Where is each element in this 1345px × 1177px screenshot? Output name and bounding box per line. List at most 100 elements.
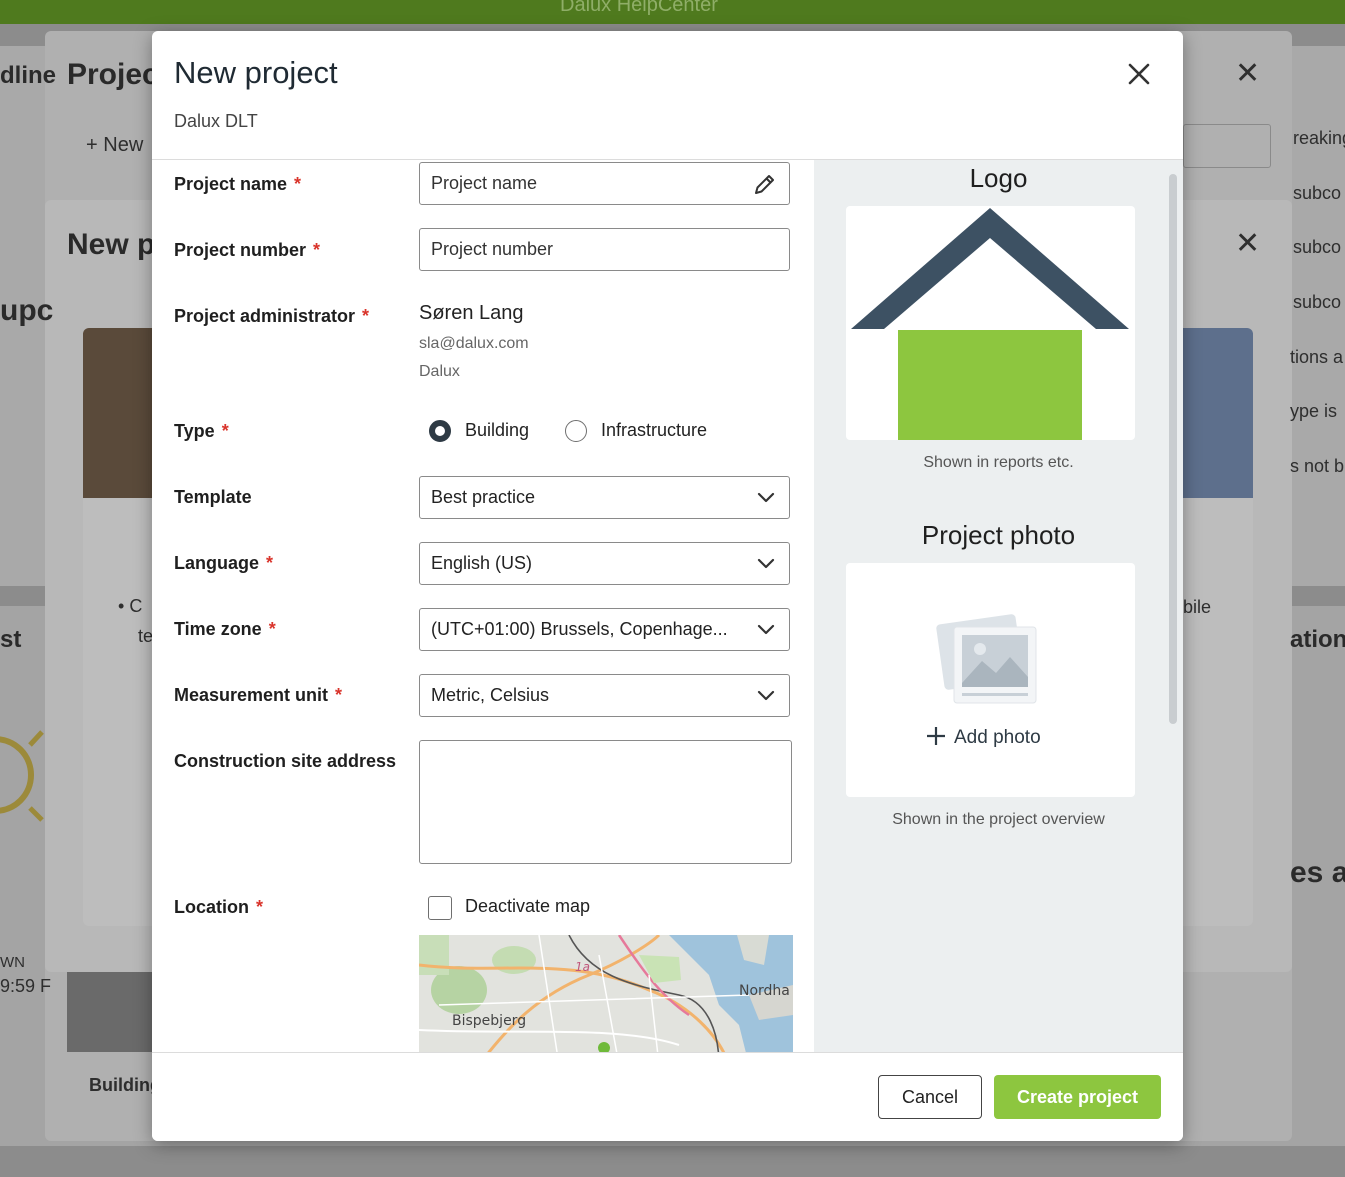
location-map[interactable]: Nordha Bispebjerg 1a xyxy=(419,935,793,1052)
background-photo-right xyxy=(1180,328,1253,498)
project-administrator-label: Project administrator * xyxy=(174,306,369,327)
bg-close-icon-2: ✕ xyxy=(1235,227,1261,260)
bg-right-mobile: bile xyxy=(1183,597,1212,617)
bg-right-item: ype is xyxy=(1290,401,1338,421)
bg-text-time: 9:59 F xyxy=(0,976,52,996)
map-label-road: 1a xyxy=(575,960,590,974)
measurement-unit-select[interactable]: Metric, Celsius xyxy=(419,674,790,717)
project-number-input[interactable]: Project number xyxy=(419,228,790,271)
deactivate-map-checkbox[interactable] xyxy=(428,896,452,920)
bg-bullet-text: C xyxy=(129,596,143,616)
new-project-dialog: New project Dalux DLT Project name * Proj… xyxy=(152,31,1183,1141)
language-select[interactable]: English (US) xyxy=(419,542,790,585)
measurement-unit-label-text: Measurement unit xyxy=(174,685,329,705)
project-name-label: Project name * xyxy=(174,174,301,195)
logo-image xyxy=(851,208,1129,440)
radio-infrastructure[interactable] xyxy=(565,420,587,442)
background-photo-bottom xyxy=(67,972,157,1052)
measurement-unit-value: Metric, Celsius xyxy=(431,685,550,705)
required-star-icon: * xyxy=(266,553,274,573)
add-photo-button[interactable]: Add photo xyxy=(926,726,1041,749)
language-label: Language * xyxy=(174,553,273,574)
add-photo-label: Add photo xyxy=(954,727,1041,748)
time-zone-label-text: Time zone xyxy=(174,619,262,639)
chevron-down-icon xyxy=(757,492,775,503)
project-number-label-text: Project number xyxy=(174,240,307,260)
construction-site-address-label: Construction site address xyxy=(174,751,397,771)
measurement-unit-label: Measurement unit * xyxy=(174,685,342,706)
time-zone-label: Time zone * xyxy=(174,619,276,640)
project-name-placeholder: Project name xyxy=(431,173,538,193)
deactivate-map-label[interactable]: Deactivate map xyxy=(465,896,590,917)
project-photo-title: Project photo xyxy=(921,520,1076,550)
admin-email: sla@dalux.com xyxy=(419,335,529,352)
plus-icon xyxy=(927,727,945,745)
bg-right-item: subco xyxy=(1293,237,1342,257)
bg-text-upc: upc xyxy=(0,294,54,327)
pencil-icon[interactable] xyxy=(753,172,777,196)
photo-caption: Shown in the project overview xyxy=(892,811,1105,828)
location-label-text: Location xyxy=(174,897,249,917)
dialog-subtitle: Dalux DLT xyxy=(174,111,258,131)
time-zone-select[interactable]: (UTC+01:00) Brussels, Copenhage... xyxy=(419,608,790,651)
chevron-down-icon xyxy=(757,558,775,569)
required-star-icon: * xyxy=(313,240,321,260)
template-label: Template xyxy=(174,487,252,507)
bg-text-te: te xyxy=(138,626,154,646)
required-star-icon: * xyxy=(362,306,370,326)
time-zone-value: (UTC+01:00) Brussels, Copenhage... xyxy=(431,619,728,639)
bg-panel2-title: New p xyxy=(67,228,156,261)
radio-building[interactable] xyxy=(429,420,451,442)
bg-right-esa: es a xyxy=(1290,856,1345,889)
radio-building-label[interactable]: Building xyxy=(465,420,529,441)
top-bar: Dalux HelpCenter xyxy=(0,0,1345,24)
template-value: Best practice xyxy=(431,487,536,507)
app-title: Dalux HelpCenter xyxy=(560,0,718,16)
type-label: Type * xyxy=(174,421,229,442)
required-star-icon: * xyxy=(221,421,229,441)
bg-text-st: st xyxy=(0,626,22,653)
logo-caption: Shown in reports etc. xyxy=(923,454,1074,471)
radio-infrastructure-label[interactable]: Infrastructure xyxy=(601,420,707,441)
create-project-button[interactable]: Create project xyxy=(994,1075,1161,1119)
bg-text-wn: WN xyxy=(0,954,25,971)
bg-right-item: reaking xyxy=(1293,128,1345,148)
background-photo-left xyxy=(83,328,163,498)
logo-title: Logo xyxy=(969,163,1028,193)
project-form: Project name * Project name Project numbe… xyxy=(152,160,814,1052)
close-icon[interactable] xyxy=(1122,57,1156,91)
bg-panel1-title: Projec xyxy=(67,58,159,91)
logo-upload-area[interactable] xyxy=(846,206,1135,440)
project-name-input[interactable]: Project name xyxy=(419,162,790,205)
cancel-button[interactable]: Cancel xyxy=(878,1075,982,1119)
photo-upload-area[interactable]: Add photo xyxy=(846,563,1135,797)
form-scrollbar[interactable] xyxy=(1169,174,1177,724)
bg-new-label: New xyxy=(103,134,144,156)
chevron-down-icon xyxy=(757,624,775,635)
project-number-placeholder: Project number xyxy=(431,239,554,259)
language-value: English (US) xyxy=(431,553,533,573)
required-star-icon: * xyxy=(335,685,343,705)
bg-new-button: + New xyxy=(86,134,144,156)
dialog-footer: Cancel Create project xyxy=(152,1052,1183,1141)
template-select[interactable]: Best practice xyxy=(419,476,790,519)
bg-right-item: subco xyxy=(1293,292,1342,312)
project-administrator-label-text: Project administrator xyxy=(174,306,356,326)
type-label-text: Type xyxy=(174,421,215,441)
image-placeholder-icon xyxy=(936,614,1037,704)
bg-input xyxy=(1183,124,1271,168)
map-label-nordha: Nordha xyxy=(739,983,790,999)
map-image[interactable]: Nordha Bispebjerg 1a xyxy=(419,935,793,1052)
bg-right-item: s not b xyxy=(1290,456,1345,476)
chevron-down-icon xyxy=(757,690,775,701)
admin-organization: Dalux xyxy=(419,363,460,380)
language-label-text: Language xyxy=(174,553,260,573)
construction-site-address-input[interactable] xyxy=(419,740,792,864)
project-name-label-text: Project name xyxy=(174,174,288,194)
bg-close-icon-1: ✕ xyxy=(1235,57,1261,90)
bg-right-ation: ation xyxy=(1290,626,1345,653)
map-label-bispebjerg: Bispebjerg xyxy=(452,1013,526,1029)
dialog-title: New project xyxy=(174,55,338,90)
bg-right-item: tions a xyxy=(1290,347,1344,367)
bg-text-bullet: • C xyxy=(118,596,143,616)
